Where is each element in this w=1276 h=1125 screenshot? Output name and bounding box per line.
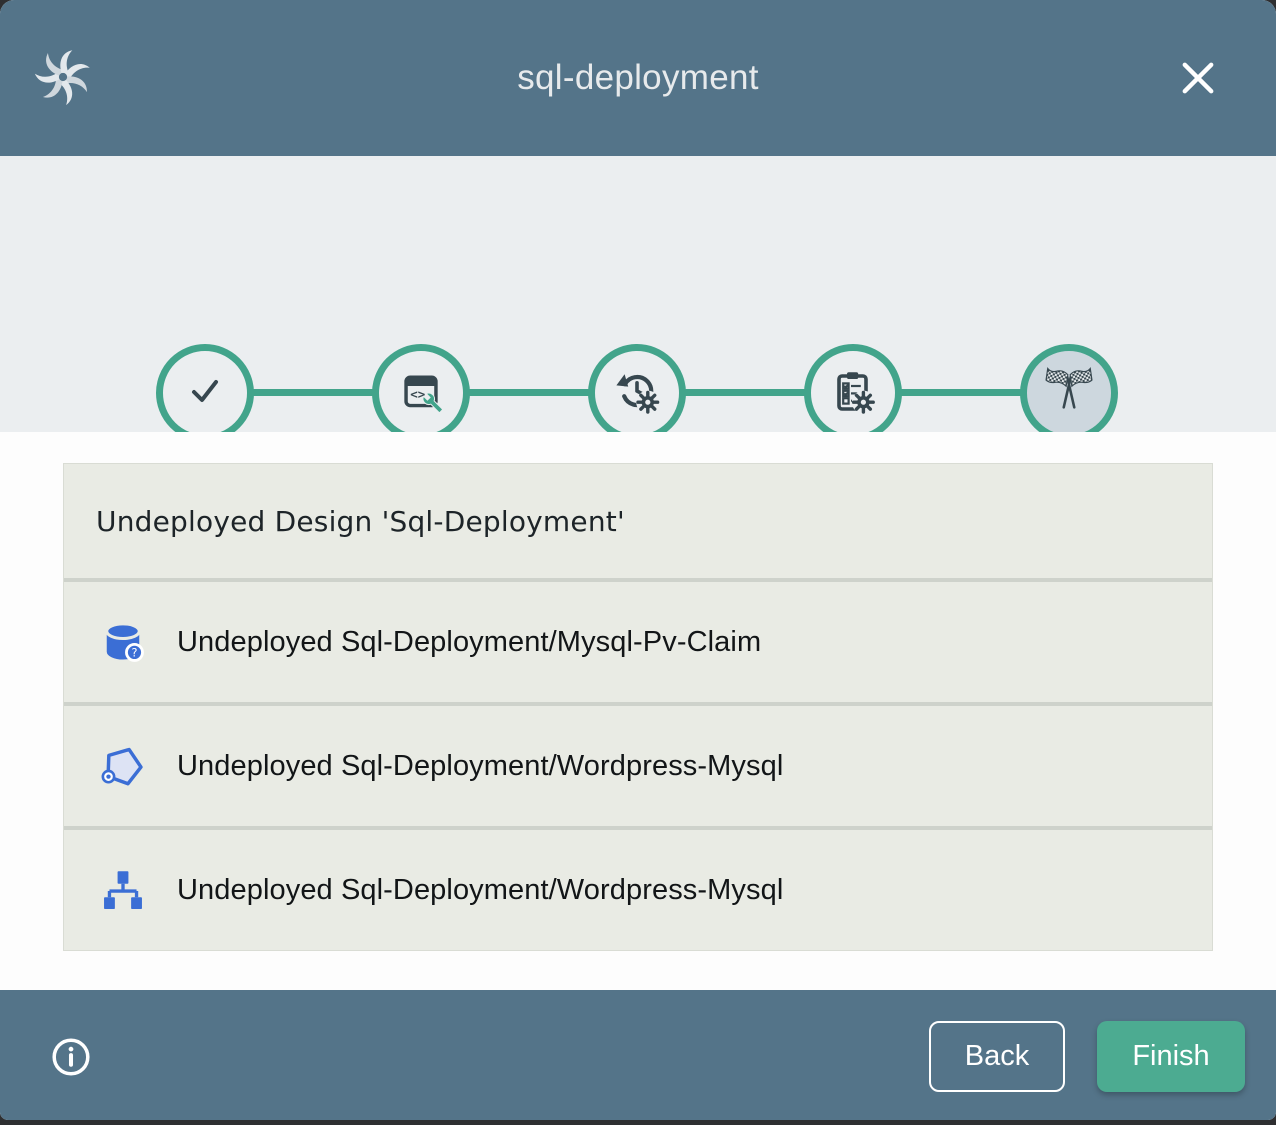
clipboard-gear-icon [829,367,877,420]
row-text: Undeployed Sql-Deployment/Wordpress-Mysq… [177,750,783,783]
step-circle [156,344,254,442]
row-text: Undeployed Sql-Deployment/Wordpress-Mysq… [177,874,783,907]
modal-title: sql-deployment [0,0,1276,156]
undeployed-results-panel: Undeployed Design 'Sql-Deployment' ? Und… [63,463,1213,951]
back-button[interactable]: Back [929,1021,1065,1092]
table-row: Undeployed Sql-Deployment/Wordpress-Mysq… [64,830,1212,950]
pentagon-icon [97,740,149,792]
hierarchy-icon [97,864,149,916]
deployment-wizard-modal: sql-deployment Validate Design [0,0,1276,1120]
table-row: Undeployed Sql-Deployment/Wordpress-Mysq… [64,706,1212,826]
step-circle [804,344,902,442]
finish-button[interactable]: Finish [1097,1021,1245,1092]
modal-header: sql-deployment [0,0,1276,156]
step-circle: <> [372,344,470,442]
check-icon [181,367,229,420]
database-icon: ? [97,616,149,668]
step-circle [588,344,686,442]
refresh-gear-icon [613,367,661,420]
results-content: Undeployed Design 'Sql-Deployment' ? Und… [0,432,1276,990]
modal-footer: Back Finish [0,990,1276,1120]
svg-text:?: ? [131,647,137,660]
panel-header-text: Undeployed Design 'Sql-Deployment' [96,505,625,538]
table-row: ? Undeployed Sql-Deployment/Mysql-Pv-Cla… [64,582,1212,702]
panel-header-row: Undeployed Design 'Sql-Deployment' [64,464,1212,578]
info-icon[interactable] [50,1036,92,1078]
checkered-flags-icon [1041,363,1097,424]
close-icon[interactable] [1172,52,1224,104]
step-circle-active [1020,344,1118,442]
code-wrench-icon: <> [398,368,444,419]
row-text: Undeployed Sql-Deployment/Mysql-Pv-Claim [177,626,761,659]
deployment-stepper: Validate Design <> Identify Environments [0,156,1276,432]
